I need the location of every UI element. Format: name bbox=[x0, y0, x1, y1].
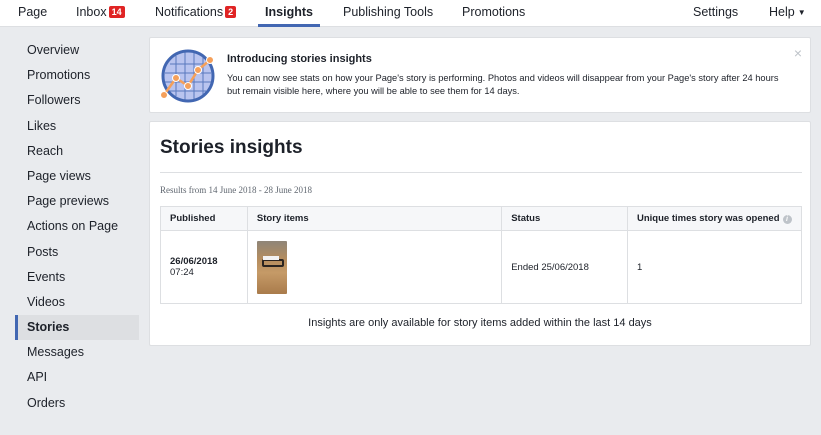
column-header-published[interactable]: Published bbox=[160, 206, 248, 231]
sidebar-item-followers[interactable]: Followers bbox=[15, 88, 139, 113]
published-date: 26/06/2018 bbox=[170, 256, 218, 267]
sidebar-item-videos[interactable]: Videos bbox=[15, 290, 139, 315]
cell-status: Ended 25/06/2018 bbox=[501, 230, 628, 304]
inbox-badge: 14 bbox=[108, 6, 125, 18]
published-time: 07:24 bbox=[170, 267, 194, 278]
sidebar-item-events[interactable]: Events bbox=[15, 265, 139, 290]
sidebar: Overview Promotions Followers Likes Reac… bbox=[15, 38, 139, 416]
nav-tab-label: Page bbox=[18, 5, 48, 19]
chart-globe-icon bbox=[160, 49, 215, 103]
nav-tab-label: Notifications bbox=[155, 5, 224, 19]
column-header-label: Unique times story was opened bbox=[636, 213, 780, 224]
nav-help-label: Help bbox=[769, 5, 795, 19]
story-thumbnail[interactable] bbox=[256, 240, 287, 294]
nav-tab-page[interactable]: Page bbox=[18, 0, 47, 27]
sidebar-item-promotions[interactable]: Promotions bbox=[15, 63, 139, 88]
divider bbox=[160, 172, 802, 173]
thumbnail-detail bbox=[262, 255, 279, 260]
nav-tab-promotions[interactable]: Promotions bbox=[462, 0, 525, 27]
nav-tab-notifications[interactable]: Notifications 2 bbox=[155, 0, 237, 27]
sidebar-item-stories[interactable]: Stories bbox=[15, 315, 139, 341]
nav-tab-label: Promotions bbox=[462, 5, 526, 19]
sidebar-item-api[interactable]: API bbox=[15, 365, 139, 390]
nav-tab-label: Insights bbox=[265, 5, 313, 19]
nav-help[interactable]: Help ▼ bbox=[769, 0, 806, 27]
cell-published: 26/06/2018 07:24 bbox=[160, 230, 248, 304]
results-date-range: Results from 14 June 2018 - 28 June 2018 bbox=[160, 185, 312, 195]
sidebar-item-page-views[interactable]: Page views bbox=[15, 164, 139, 189]
stories-insights-panel: Stories insights Results from 14 June 20… bbox=[149, 121, 811, 346]
table-header-row: Published Story items Status Unique time… bbox=[160, 206, 803, 231]
cell-story-items bbox=[246, 230, 503, 304]
nav-tab-publishing-tools[interactable]: Publishing Tools bbox=[343, 0, 433, 27]
nav-settings-label: Settings bbox=[693, 5, 739, 19]
nav-tab-label: Publishing Tools bbox=[343, 5, 434, 19]
thumbnail-detail bbox=[261, 258, 284, 267]
close-icon[interactable]: × bbox=[794, 46, 802, 60]
intro-text: You can now see stats on how your Page's… bbox=[227, 73, 779, 96]
sidebar-item-likes[interactable]: Likes bbox=[15, 114, 139, 139]
nav-settings[interactable]: Settings bbox=[693, 0, 738, 27]
insights-footnote: Insights are only available for story it… bbox=[308, 317, 652, 329]
nav-tab-label: Inbox bbox=[76, 5, 107, 19]
info-icon[interactable]: i bbox=[782, 215, 792, 224]
caret-down-icon: ▼ bbox=[797, 8, 806, 17]
intro-banner: Introducing stories insights You can now… bbox=[149, 37, 811, 113]
sidebar-item-messages[interactable]: Messages bbox=[15, 340, 139, 365]
nav-tab-inbox[interactable]: Inbox 14 bbox=[76, 0, 125, 27]
nav-tab-insights[interactable]: Insights bbox=[258, 0, 320, 27]
table-row[interactable]: 26/06/2018 07:24 Ended 25/06/2018 1 bbox=[160, 230, 803, 304]
notifications-badge: 2 bbox=[225, 6, 237, 18]
page-title: Stories insights bbox=[160, 137, 303, 158]
top-nav: Page Inbox 14 Notifications 2 Insights Pub… bbox=[0, 0, 821, 27]
stories-table: Published Story items Status Unique time… bbox=[160, 206, 803, 304]
sidebar-item-actions-on-page[interactable]: Actions on Page bbox=[15, 214, 139, 239]
sidebar-item-posts[interactable]: Posts bbox=[15, 240, 139, 265]
column-header-status[interactable]: Status bbox=[501, 206, 628, 231]
column-header-story-items[interactable]: Story items bbox=[246, 206, 503, 231]
intro-title: Introducing stories insights bbox=[227, 53, 372, 65]
column-header-unique-opens[interactable]: Unique times story was opened i bbox=[626, 206, 803, 231]
sidebar-item-orders[interactable]: Orders bbox=[15, 391, 139, 416]
sidebar-item-overview[interactable]: Overview bbox=[15, 38, 139, 63]
cell-unique-opens: 1 bbox=[626, 230, 803, 304]
sidebar-item-reach[interactable]: Reach bbox=[15, 139, 139, 164]
sidebar-item-page-previews[interactable]: Page previews bbox=[15, 189, 139, 214]
